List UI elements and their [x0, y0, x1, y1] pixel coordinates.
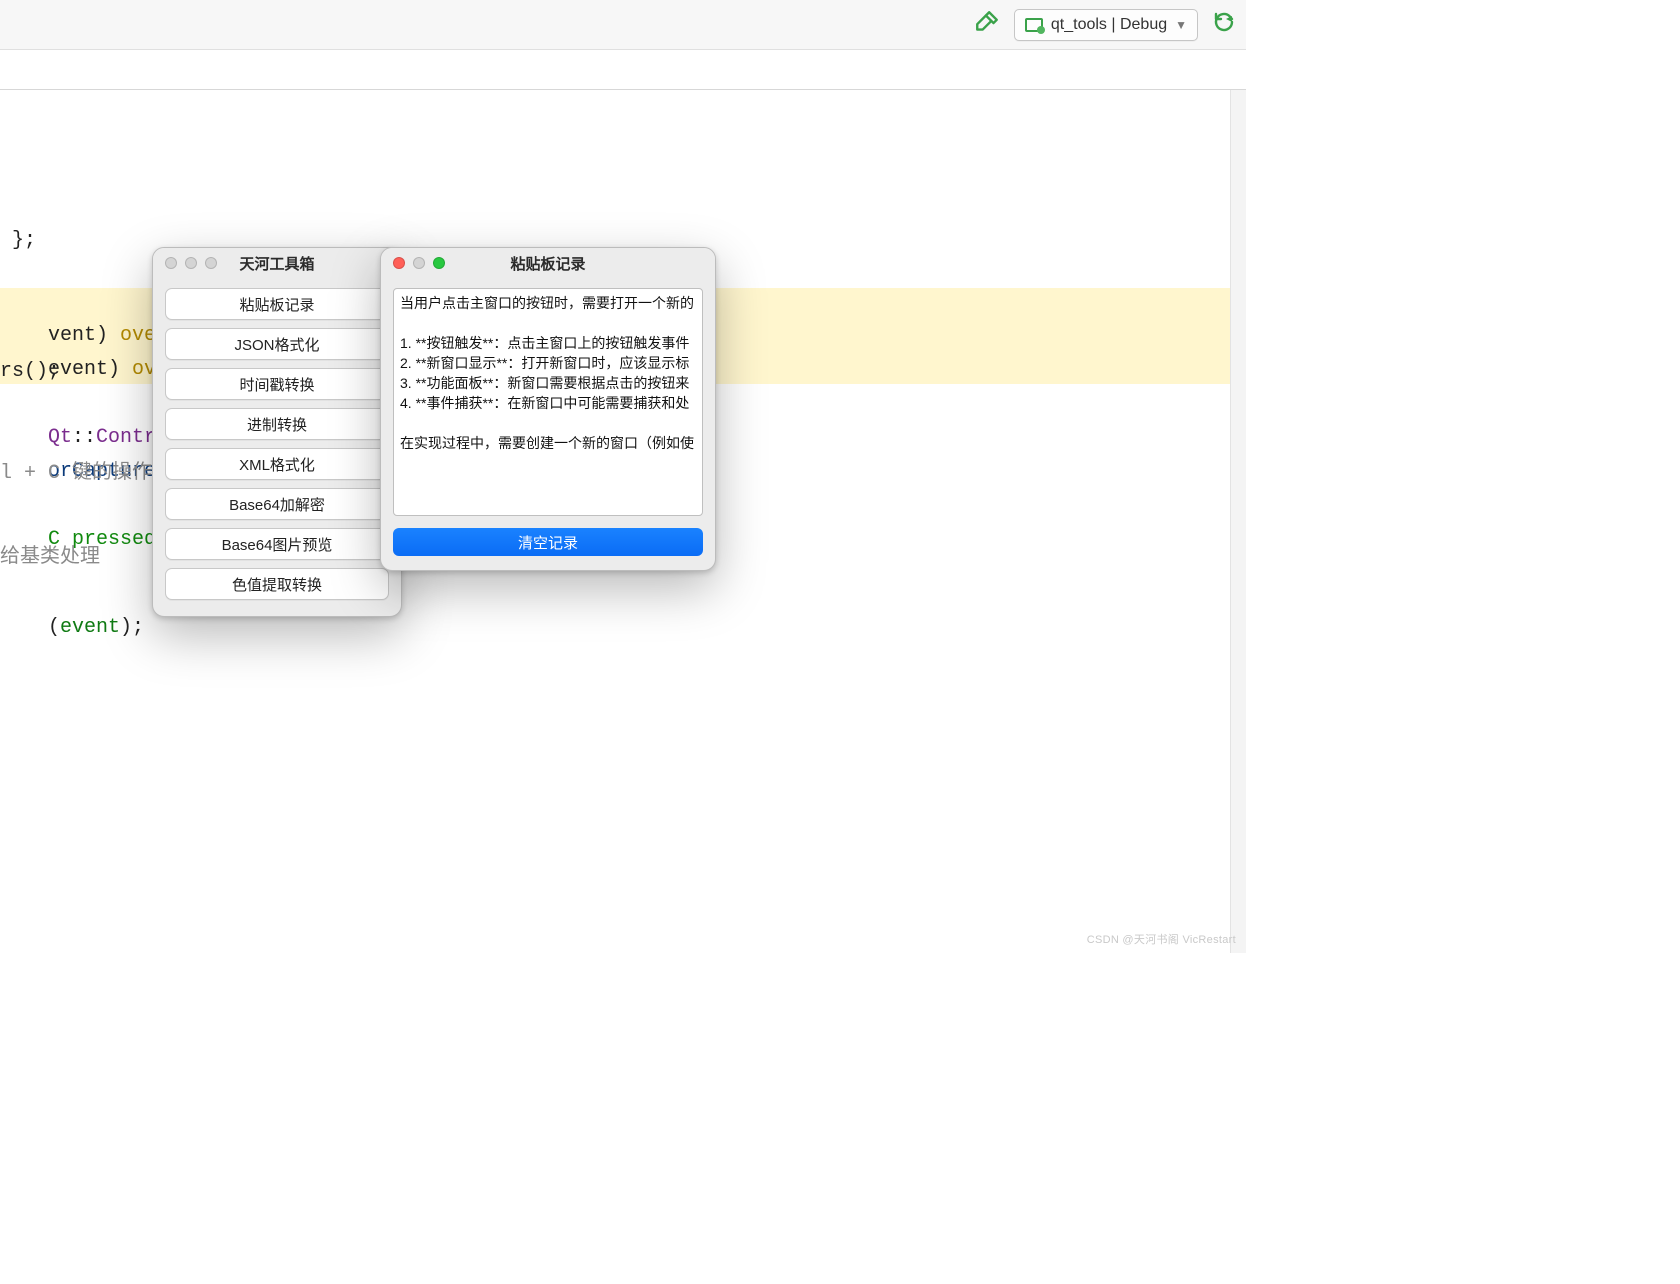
code-text: l + C 键的操作: [0, 462, 152, 485]
clipboard-textarea[interactable]: [393, 288, 703, 516]
traffic-lights: [165, 257, 217, 269]
code-text: (: [48, 616, 60, 639]
toolbox-window: 天河工具箱 粘贴板记录 JSON格式化 时间戳转换 进制转换 XML格式化 Ba…: [152, 247, 402, 617]
build-target-selector[interactable]: qt_tools | Debug ▼: [1014, 9, 1198, 41]
run-icon[interactable]: [1212, 10, 1236, 39]
minimize-icon[interactable]: [185, 257, 197, 269]
close-icon[interactable]: [393, 257, 405, 269]
tool-base64img-button[interactable]: Base64图片预览: [165, 528, 389, 560]
minimize-icon[interactable]: [413, 257, 425, 269]
tool-clipboard-button[interactable]: 粘贴板记录: [165, 288, 389, 320]
clipboard-body: 清空记录: [381, 278, 715, 570]
clipboard-titlebar[interactable]: 粘贴板记录: [381, 248, 715, 278]
tool-radix-button[interactable]: 进制转换: [165, 408, 389, 440]
watermark: CSDN @天河书阁 VicRestart: [1087, 931, 1236, 947]
code-text: };: [0, 229, 36, 252]
chevron-down-icon: ▼: [1175, 18, 1187, 32]
tool-xml-button[interactable]: XML格式化: [165, 448, 389, 480]
close-icon[interactable]: [165, 257, 177, 269]
monitor-icon: [1025, 18, 1043, 32]
editor-gutter: [1230, 90, 1246, 953]
traffic-lights: [393, 257, 445, 269]
tool-timestamp-button[interactable]: 时间戳转换: [165, 368, 389, 400]
build-icon[interactable]: [974, 9, 1000, 40]
ide-secondary-bar: [0, 50, 1246, 90]
build-target-label: qt_tools | Debug: [1051, 16, 1167, 34]
tool-base64-button[interactable]: Base64加解密: [165, 488, 389, 520]
toolbox-titlebar[interactable]: 天河工具箱: [153, 248, 401, 278]
ide-toolbar: qt_tools | Debug ▼: [0, 0, 1246, 50]
clear-records-button[interactable]: 清空记录: [393, 528, 703, 556]
zoom-icon[interactable]: [205, 257, 217, 269]
zoom-icon[interactable]: [433, 257, 445, 269]
code-text: rs();: [0, 360, 60, 383]
code-text: 给基类处理: [0, 546, 100, 569]
tool-color-button[interactable]: 色值提取转换: [165, 568, 389, 600]
tool-json-button[interactable]: JSON格式化: [165, 328, 389, 360]
code-text: );: [120, 616, 144, 639]
code-text: event: [60, 616, 120, 639]
clipboard-window: 粘贴板记录 清空记录: [380, 247, 716, 571]
toolbox-body: 粘贴板记录 JSON格式化 时间戳转换 进制转换 XML格式化 Base64加解…: [153, 278, 401, 616]
